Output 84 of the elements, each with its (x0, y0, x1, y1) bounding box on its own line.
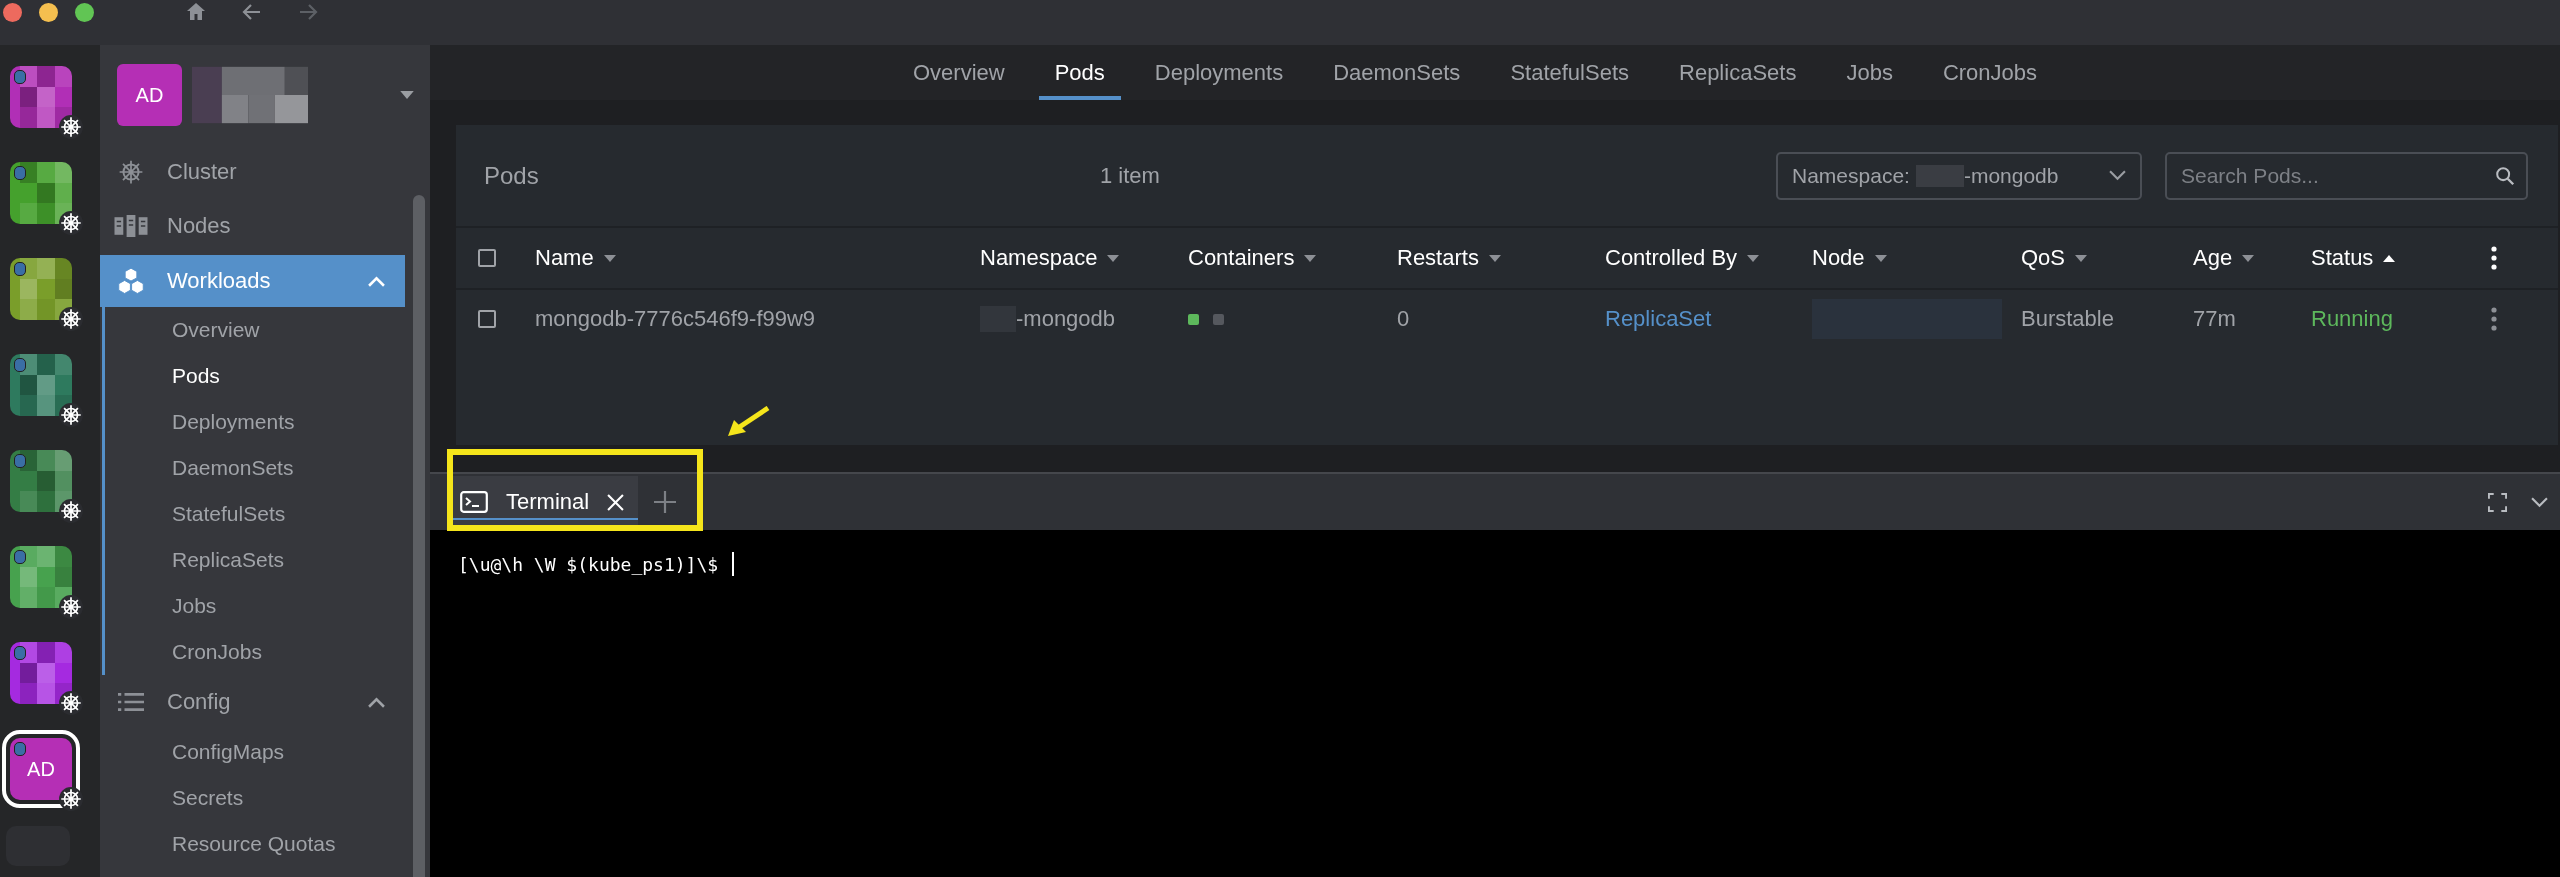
nav-subitem[interactable]: Pods (105, 353, 405, 399)
select-all-checkbox[interactable] (478, 249, 496, 267)
helm-wheel-icon (58, 498, 84, 524)
restart-count: 0 (1397, 306, 1410, 332)
nav-subitem[interactable]: Secrets (105, 775, 405, 821)
item-count: 1 item (1100, 162, 1161, 189)
helm-wheel-icon (118, 159, 144, 185)
status-text: Running (2311, 306, 2393, 332)
sort-arrow-icon[interactable] (2383, 254, 2396, 262)
tab[interactable]: StatefulSets (1494, 45, 1645, 100)
cluster-avatar[interactable] (10, 450, 72, 512)
chevron-down-icon[interactable] (2531, 496, 2548, 508)
tab[interactable]: ReplicaSets (1663, 45, 1813, 100)
tab[interactable]: DaemonSets (1317, 45, 1477, 100)
nav-subitem[interactable]: Resource Quotas (105, 821, 405, 867)
close-window-button[interactable] (3, 3, 22, 22)
search-field[interactable]: Search Pods... (2165, 151, 2528, 200)
nav-subitem[interactable]: Overview (105, 307, 405, 353)
column-header[interactable]: Node (1812, 245, 1865, 271)
server-rack-icon (114, 215, 148, 237)
tab[interactable]: Pods (1038, 45, 1121, 100)
nav-subitem[interactable]: ConfigMaps (105, 729, 405, 775)
row-checkbox[interactable] (478, 310, 496, 328)
column-header[interactable]: QoS (2021, 245, 2066, 271)
helm-wheel-icon (58, 402, 84, 428)
search-icon (2494, 164, 2516, 187)
column-header[interactable]: Status (2311, 245, 2374, 271)
age-text: 77m (2193, 306, 2236, 332)
nav-item[interactable]: Workloads (100, 255, 405, 307)
panel-title: Pods (484, 161, 540, 190)
helm-wheel-icon (58, 210, 84, 236)
nav-subitem[interactable]: DaemonSets (105, 445, 405, 491)
helm-wheel-icon (58, 690, 84, 716)
chevron-down-icon (2109, 170, 2126, 181)
helm-wheel-icon (58, 786, 84, 812)
column-header[interactable]: Restarts (1397, 245, 1479, 271)
plus-icon[interactable] (654, 491, 677, 513)
tab[interactable]: Jobs (1830, 45, 1909, 100)
terminal-prompt: [\u@\h \W $(kube_ps1)]\$ (458, 554, 719, 575)
arrow-icon (726, 406, 770, 438)
chevron-icon[interactable] (368, 696, 385, 708)
terminal-icon (460, 491, 488, 513)
cluster-avatar[interactable] (10, 258, 72, 320)
kebab-menu-icon[interactable] (2491, 246, 2497, 270)
qos-text: Burstable (2021, 306, 2114, 332)
cluster-avatar[interactable] (10, 546, 72, 608)
namespace-text: -mongodb (1016, 306, 1116, 332)
cluster-avatar[interactable] (10, 162, 72, 224)
text-cursor (732, 552, 735, 576)
zoom-window-button[interactable] (75, 3, 94, 22)
tab[interactable]: CronJobs (1926, 45, 2054, 100)
nav-subitem[interactable]: Deployments (105, 399, 405, 445)
tab[interactable]: Deployments (1138, 45, 1300, 100)
nav-subitem[interactable]: StatefulSets (105, 491, 405, 537)
pod-name[interactable]: mongodb-7776c546f9-f99w9 (535, 306, 816, 332)
cluster-avatar[interactable] (10, 642, 72, 704)
caret-icon[interactable] (400, 90, 414, 100)
helm-wheel-icon (58, 114, 84, 140)
close-icon[interactable] (607, 493, 625, 511)
terminal-area[interactable]: [\u@\h \W $(kube_ps1)]\$ (430, 530, 2560, 877)
nav-item[interactable]: Nodes (100, 199, 405, 253)
cluster-avatar[interactable] (10, 354, 72, 416)
nav-item[interactable]: Cluster (100, 145, 405, 199)
scrollbar[interactable] (413, 195, 425, 877)
nav-subitem[interactable]: CronJobs (105, 629, 405, 675)
minimize-window-button[interactable] (39, 3, 58, 22)
cubes-icon (117, 267, 145, 295)
controller-link[interactable]: ReplicaSet (1605, 306, 1712, 332)
column-header[interactable]: Containers (1188, 245, 1295, 271)
helm-wheel-icon (58, 594, 84, 620)
cluster-avatar[interactable] (10, 66, 72, 128)
namespace-select[interactable]: Namespace: -mongodb (1776, 151, 2142, 200)
nav-subitem[interactable]: Jobs (105, 583, 405, 629)
tab[interactable]: Overview (896, 45, 1021, 100)
column-header[interactable]: Age (2193, 245, 2233, 271)
nav-item[interactable]: Config (100, 675, 405, 729)
list-icon (118, 692, 144, 712)
nav-subitem[interactable]: ReplicaSets (105, 537, 405, 583)
column-header[interactable]: Controlled By (1605, 245, 1738, 271)
fullscreen-icon[interactable] (2488, 492, 2507, 512)
helm-wheel-icon (58, 306, 84, 332)
column-header[interactable]: Name (535, 245, 594, 271)
account-avatar[interactable]: AD (117, 64, 182, 126)
column-header[interactable]: Namespace (980, 245, 1098, 271)
